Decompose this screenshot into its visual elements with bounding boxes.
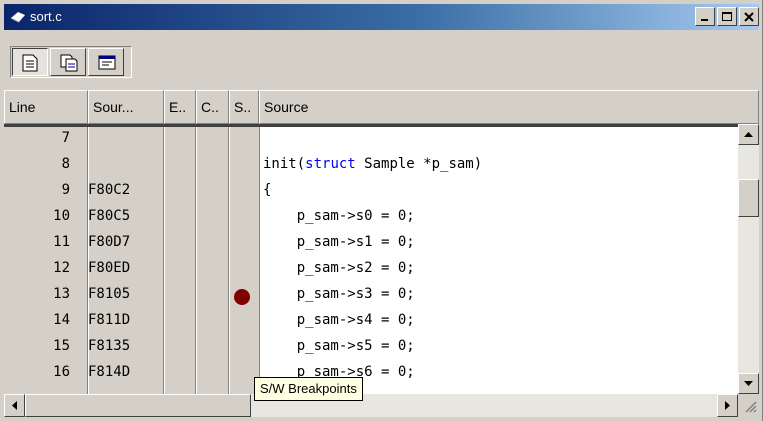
- vertical-scroll-thumb[interactable]: [738, 179, 759, 217]
- keyword-token: struct: [305, 156, 356, 172]
- minimize-button[interactable]: [695, 7, 715, 26]
- maximize-button[interactable]: [717, 7, 737, 26]
- resize-grip-icon: [745, 401, 757, 413]
- title-bar[interactable]: sort.c: [4, 4, 759, 30]
- source-code: p_sam->s0 = 0;: [263, 208, 415, 224]
- arrow-right-icon: [725, 401, 730, 410]
- table-row[interactable]: 9 F80C2 {: [4, 182, 738, 204]
- table-row[interactable]: 15 F8135 p_sam->s5 = 0;: [4, 338, 738, 360]
- arrow-up-icon: [744, 132, 753, 137]
- line-number: 14: [53, 312, 70, 328]
- source-code: p_sam->s2 = 0;: [263, 260, 415, 276]
- table-row[interactable]: 10 F80C5 p_sam->s0 = 0;: [4, 208, 738, 230]
- mixed-view-button[interactable]: [50, 48, 86, 76]
- arrow-down-icon: [744, 381, 753, 386]
- column-header-coverage[interactable]: C..: [196, 90, 229, 124]
- vertical-scrollbar[interactable]: [738, 124, 759, 394]
- source-address: F811D: [88, 312, 131, 328]
- source-address: F8105: [88, 286, 131, 302]
- table-row[interactable]: 16 F814D p_sam->s6 = 0;: [4, 364, 738, 386]
- table-row[interactable]: 14 F811D p_sam->s4 = 0;: [4, 312, 738, 334]
- source-address: F80C2: [88, 182, 131, 198]
- toolbar: [4, 34, 759, 88]
- table-row[interactable]: 7: [4, 130, 738, 152]
- horizontal-scroll-thumb[interactable]: [25, 394, 251, 417]
- table-row[interactable]: 13 F8105 p_sam->s3 = 0;: [4, 286, 738, 308]
- column-header-source-address[interactable]: Sour...: [88, 90, 164, 124]
- line-number: 9: [61, 182, 70, 198]
- file-icon: [10, 12, 25, 23]
- source-code: p_sam->s3 = 0;: [263, 286, 415, 302]
- window-title: sort.c: [30, 9, 62, 24]
- source-content[interactable]: 7 8 init(struct Sample *p_sam) 9 F80C2 {10 F80…: [4, 124, 738, 394]
- close-icon: [744, 12, 754, 22]
- disassembly-view-icon: [98, 55, 116, 70]
- breakpoint-icon[interactable]: [234, 289, 250, 305]
- table-row[interactable]: 8 init(struct Sample *p_sam): [4, 156, 738, 178]
- close-button[interactable]: [739, 7, 759, 26]
- line-number: 11: [53, 234, 70, 250]
- source-address: F814D: [88, 364, 131, 380]
- line-number: 8: [61, 156, 70, 172]
- table-row[interactable]: 12 F80ED p_sam->s2 = 0;: [4, 260, 738, 282]
- line-number: 16: [53, 364, 70, 380]
- column-header-line[interactable]: Line: [4, 90, 88, 124]
- line-number: 7: [61, 130, 70, 146]
- column-header-row: Line Sour... E.. C.. S.. Source: [4, 90, 759, 124]
- maximize-icon: [722, 12, 732, 21]
- source-address: F80D7: [88, 234, 131, 250]
- source-code: p_sam->s1 = 0;: [263, 234, 415, 250]
- line-number: 12: [53, 260, 70, 276]
- source-window: sort.c Line Sour... E.. C.. S.. Source 7…: [0, 0, 763, 421]
- source-address: F80ED: [88, 260, 131, 276]
- source-view-button[interactable]: [12, 48, 48, 76]
- horizontal-scrollbar[interactable]: [4, 394, 738, 417]
- source-code: p_sam->s5 = 0;: [263, 338, 415, 354]
- source-code: {: [263, 182, 272, 198]
- scroll-down-button[interactable]: [738, 373, 759, 394]
- view-mode-group: [10, 46, 132, 78]
- mixed-view-icon: [60, 54, 78, 72]
- source-view-icon: [22, 54, 38, 72]
- table-row[interactable]: 11 F80D7 p_sam->s1 = 0;: [4, 234, 738, 256]
- scroll-right-button[interactable]: [717, 394, 738, 417]
- resize-grip[interactable]: [738, 394, 759, 417]
- line-number: 15: [53, 338, 70, 354]
- column-header-source[interactable]: Source: [259, 90, 759, 124]
- source-code: p_sam->s4 = 0;: [263, 312, 415, 328]
- column-header-sw-breakpoints[interactable]: S..: [229, 90, 259, 124]
- line-number: 10: [53, 208, 70, 224]
- disassembly-view-button[interactable]: [88, 48, 124, 76]
- line-number: 13: [53, 286, 70, 302]
- scroll-left-button[interactable]: [4, 394, 25, 417]
- tooltip: S/W Breakpoints: [254, 377, 363, 401]
- arrow-left-icon: [12, 401, 17, 410]
- scroll-up-button[interactable]: [738, 124, 759, 145]
- column-header-event[interactable]: E..: [164, 90, 196, 124]
- minimize-icon: [701, 19, 708, 21]
- source-address: F80C5: [88, 208, 131, 224]
- source-address: F8135: [88, 338, 131, 354]
- source-code: init(struct Sample *p_sam): [263, 156, 483, 172]
